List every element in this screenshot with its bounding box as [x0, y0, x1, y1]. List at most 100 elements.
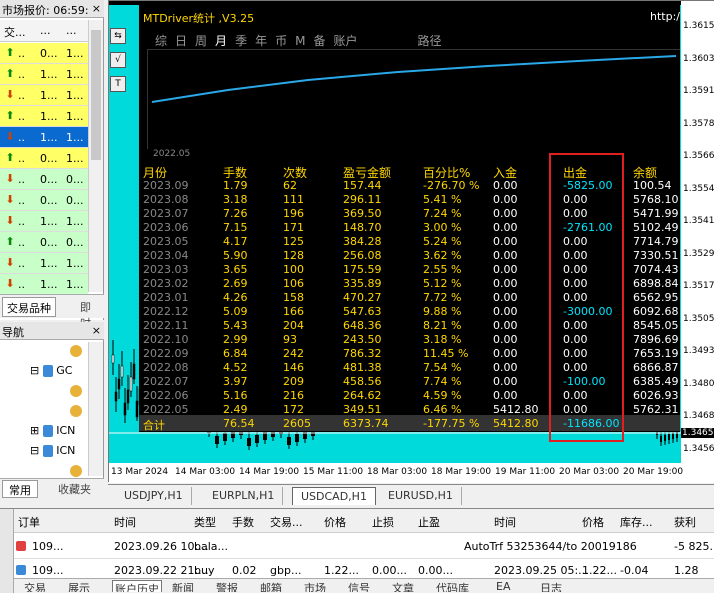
ask-value: 1...	[66, 131, 84, 144]
nav-item[interactable]: ⊟ ICN	[30, 444, 75, 457]
list-item[interactable]: ⬆.. 0... 1...	[0, 148, 88, 169]
stats-cell: 547.63	[343, 305, 382, 318]
table-cell: 1.28	[674, 564, 699, 577]
autoscroll-icon[interactable]: ⇆	[110, 28, 126, 44]
check-icon[interactable]: √	[110, 52, 126, 68]
list-item[interactable]: ⬇.. 1... 1...	[0, 85, 88, 106]
list-item[interactable]: ⬇.. 1... 1...	[0, 253, 88, 274]
chart-tab[interactable]: EURUSD,H1	[380, 487, 462, 505]
terminal-col-header[interactable]: 止盈	[418, 514, 440, 530]
terminal-tab[interactable]: 市场	[304, 580, 326, 592]
symbol-name: ..	[18, 68, 25, 81]
nav-item[interactable]: ⊟ GC	[30, 364, 72, 377]
terminal-col-header[interactable]: 时间	[114, 514, 136, 530]
close-icon[interactable]: ×	[92, 324, 101, 337]
close-icon[interactable]: ×	[92, 2, 101, 15]
stats-cell: 0.00	[493, 361, 518, 374]
list-item[interactable]: ⬇.. 1... 1...	[0, 211, 88, 232]
chart-tab[interactable]: USDJPY,H1	[116, 487, 192, 505]
chart-tab[interactable]: EURPLN,H1	[204, 487, 284, 505]
stats-title: MTDriver统计 ,V3.25	[143, 12, 255, 25]
stats-menu-item[interactable]: 周	[195, 34, 207, 48]
stats-total-cell: 2605	[283, 417, 311, 430]
list-item[interactable]: ⬆.. 1... 1...	[0, 64, 88, 85]
terminal-col-header[interactable]: 交易...	[270, 514, 303, 530]
scrollbar[interactable]	[88, 20, 103, 292]
symbol-name: ..	[18, 131, 25, 144]
list-item[interactable]: ⬇.. 1... 1...	[0, 127, 88, 148]
list-item[interactable]: ⬇.. 0... 0...	[0, 190, 88, 211]
table-cell: 109...	[32, 564, 64, 577]
list-item[interactable]: ⬇.. 1... 1...	[0, 274, 88, 295]
terminal-col-header[interactable]: 获利	[674, 514, 696, 530]
bid-value: 1...	[40, 89, 58, 102]
stats-menu-item[interactable]: 综	[155, 34, 167, 48]
terminal-col-header[interactable]: 类型	[194, 514, 216, 530]
tab-common[interactable]: 常用	[2, 480, 38, 498]
withdrawal-highlight	[549, 153, 624, 442]
stats-menu-item[interactable]: 账户	[333, 34, 357, 48]
stats-cell: 2.69	[223, 277, 248, 290]
stats-cell: 2022.07	[143, 375, 189, 388]
stats-cell: 0.00	[493, 319, 518, 332]
terminal-tab[interactable]: 代码库	[436, 580, 469, 592]
terminal-tab[interactable]: 信号	[348, 580, 370, 592]
scrollbar[interactable]	[88, 342, 103, 476]
bid-value: 1...	[40, 110, 58, 123]
tab-tick[interactable]: 即时	[76, 297, 104, 330]
terminal-tab[interactable]: 邮箱	[260, 580, 282, 592]
stats-cell: 458.56	[343, 375, 382, 388]
terminal-tab[interactable]: 新闻	[172, 580, 194, 592]
terminal-col-header[interactable]: 价格	[324, 514, 346, 530]
tab-favorites[interactable]: 收藏夹	[54, 480, 95, 500]
stats-cell: 5.16	[223, 389, 248, 402]
terminal-tab[interactable]: 展示	[68, 580, 90, 592]
stats-cell: 148.70	[343, 221, 382, 234]
stats-cell: 470.27	[343, 291, 382, 304]
col-bid[interactable]: ...	[40, 24, 51, 37]
terminal-tab[interactable]: EA	[496, 580, 510, 592]
nav-item[interactable]: ⊞ ICN	[30, 424, 75, 437]
table-row[interactable]: 109... 2023.09.26 10:... bala... AutoTrf 53…	[14, 535, 714, 559]
stats-menu-item[interactable]: 路径	[418, 34, 442, 48]
bid-value: 1...	[40, 215, 58, 228]
terminal-tab[interactable]: 警报	[216, 580, 238, 592]
stats-cell: 8.21 %	[423, 319, 462, 332]
stats-menu-item[interactable]: 币	[275, 34, 287, 48]
terminal-tab[interactable]: 交易	[24, 580, 46, 592]
stats-cell: 7330.51	[633, 249, 679, 262]
terminal-tab[interactable]: 文章	[392, 580, 414, 592]
chart-tab[interactable]: USDCAD,H1	[292, 487, 376, 505]
col-ask[interactable]: ...	[66, 24, 77, 37]
list-item[interactable]: ⬆.. 0... 0...	[0, 232, 88, 253]
terminal-col-header[interactable]: 价格	[582, 514, 604, 530]
terminal-tab[interactable]: 账户历史	[112, 580, 162, 592]
col-symbol[interactable]: 交...	[4, 24, 26, 40]
terminal-col-header[interactable]: 订单	[18, 514, 40, 530]
tab-symbols[interactable]: 交易品种	[2, 297, 56, 317]
stats-menu-item[interactable]: 月	[215, 34, 227, 48]
list-item[interactable]: ⬇.. 0... 0...	[0, 169, 88, 190]
list-item[interactable]: ⬆.. 1... 1...	[0, 106, 88, 127]
terminal-col-header[interactable]: 手数	[232, 514, 254, 530]
stats-url[interactable]: http:/	[650, 10, 680, 23]
stats-menu-item[interactable]: 季	[235, 34, 247, 48]
terminal-col-header[interactable]: 库存...	[620, 514, 653, 530]
stats-menu-item[interactable]: M	[295, 34, 305, 48]
list-item[interactable]: ⬆.. 0... 1...	[0, 43, 88, 64]
stats-cell: 9.88 %	[423, 305, 462, 318]
stats-cell: 7074.43	[633, 263, 679, 276]
text-icon[interactable]: T	[110, 76, 126, 92]
stats-cell: 166	[283, 305, 304, 318]
terminal-tab[interactable]: 日志	[540, 580, 562, 592]
stats-menu-item[interactable]: 日	[175, 34, 187, 48]
time-tick-label: 15 Mar 11:00	[303, 467, 364, 477]
terminal-col-header[interactable]: 止损	[372, 514, 394, 530]
stats-cell: 648.36	[343, 319, 382, 332]
price-tick-label: 1.36150	[683, 21, 714, 31]
stats-menu-item[interactable]: 年	[255, 34, 267, 48]
terminal-col-header[interactable]: 时间	[494, 514, 516, 530]
price-tick-label: 1.34805	[683, 378, 714, 389]
stats-menu-item[interactable]: 备	[313, 34, 325, 48]
order-icon	[16, 565, 26, 575]
